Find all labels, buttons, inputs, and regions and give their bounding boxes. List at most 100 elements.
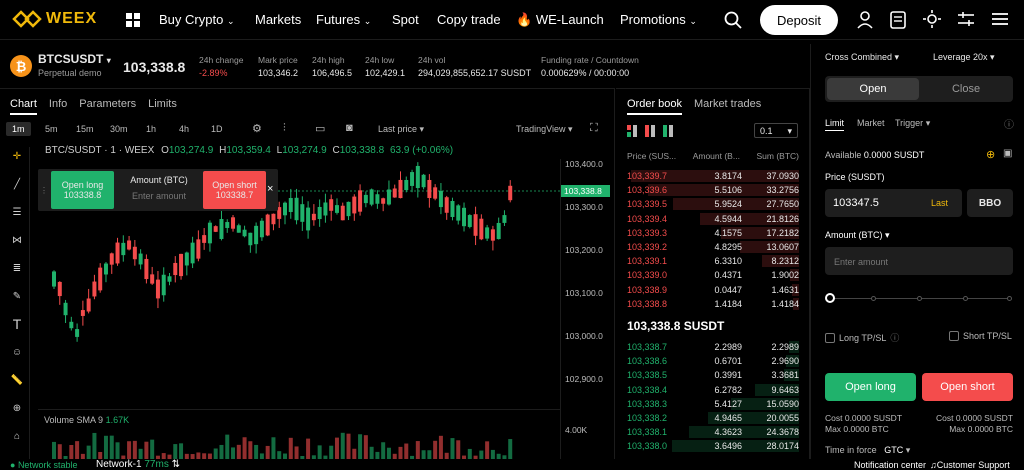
horizontal-lines-icon[interactable]: ☰ (8, 203, 26, 221)
zoom-in-icon[interactable]: ⊕ (8, 399, 26, 417)
chart-settings-icon[interactable]: ⚙ (252, 122, 262, 135)
bid-row[interactable]: 103,338.4 6.2782 9.6463 (627, 383, 799, 397)
book-bids-icon[interactable] (663, 125, 673, 137)
leverage-select[interactable]: Leverage 20x ▾ (933, 52, 995, 63)
bbo-button[interactable]: BBO (967, 189, 1013, 217)
open-long-button[interactable]: Open long (825, 373, 916, 401)
ask-row[interactable]: 103,339.2 4.8295 13.0607 (627, 240, 799, 254)
time-in-force[interactable]: Time in force GTC ▾ (825, 445, 910, 456)
order-type-limit[interactable]: Limit (825, 118, 845, 131)
screenshot-icon[interactable]: ◙ (346, 122, 353, 134)
interval-4h[interactable]: 4h (179, 124, 189, 134)
ask-row[interactable]: 103,339.0 0.4371 1.9002 (627, 268, 799, 282)
chart-template-icon[interactable]: ▭ (315, 122, 325, 135)
quick-open-short-button[interactable]: Open short 103338.7 (203, 171, 266, 209)
order-type-trigger[interactable]: Trigger ▾ (895, 118, 930, 129)
notification-center[interactable]: Notification center (854, 460, 926, 470)
interval-5m[interactable]: 5m (45, 124, 58, 134)
nav-promotions[interactable]: Promotions ⌄ (620, 12, 697, 27)
nav-buy-crypto[interactable]: Buy Crypto ⌄ (159, 12, 234, 27)
deposit-button[interactable]: Deposit (760, 5, 838, 35)
interval-1d[interactable]: 1D (211, 124, 223, 134)
weex-logo[interactable]: WEEX (12, 9, 97, 29)
bid-row[interactable]: 103,338.2 4.9465 20.0055 (627, 411, 799, 425)
menu-icon[interactable] (992, 12, 1008, 29)
indicators-icon[interactable]: ⫶ (283, 122, 286, 135)
ask-row[interactable]: 103,338.8 1.4184 1.4184 (627, 297, 799, 311)
long-tpsl-checkbox[interactable]: Long TP/SL ⓘ (825, 331, 899, 344)
tab-limits[interactable]: Limits (148, 98, 177, 115)
customer-support[interactable]: ♫Customer Support (930, 460, 1010, 470)
drag-handle-icon[interactable]: ⋮ (38, 169, 50, 211)
bid-row[interactable]: 103,338.3 5.4127 15.0590 (627, 397, 799, 411)
tab-info[interactable]: Info (49, 98, 67, 115)
order-type-market[interactable]: Market (857, 118, 885, 128)
amount-input[interactable]: Enter amount (825, 247, 1013, 275)
open-tab[interactable]: Open (827, 78, 919, 100)
margin-mode-select[interactable]: Cross Combined ▾ (825, 52, 899, 63)
network-select[interactable]: Network-1 77ms ⇅ (96, 459, 180, 470)
ask-row[interactable]: 103,339.6 5.5106 33.2756 (627, 183, 799, 197)
quick-open-long-button[interactable]: Open long 103338.8 (51, 171, 114, 209)
fullscreen-icon[interactable]: ⛶ (590, 122, 598, 135)
bid-row[interactable]: 103,338.7 2.2989 2.2989 (627, 340, 799, 354)
amount-label[interactable]: Amount (BTC) ▾ (825, 230, 890, 241)
orders-icon[interactable] (890, 11, 906, 32)
info-icon[interactable]: ⓘ (1004, 116, 1014, 131)
transfer-icon[interactable]: ⊕ (986, 148, 995, 161)
close-tab[interactable]: Close (921, 78, 1011, 100)
nav-spot[interactable]: Spot (392, 12, 419, 27)
ask-row[interactable]: 103,339.5 5.9524 27.7650 (627, 197, 799, 211)
price-type-select[interactable]: Last price ▾ (378, 124, 424, 135)
nav-copy-trade[interactable]: Copy trade (437, 12, 501, 27)
nav-futures[interactable]: Futures ⌄ (316, 12, 371, 27)
quick-amount-input[interactable]: Enter amount (116, 191, 202, 201)
last-price-button[interactable]: Last (931, 198, 948, 208)
tab-order-book[interactable]: Order book (627, 98, 683, 115)
tab-parameters[interactable]: Parameters (79, 98, 136, 115)
bid-row[interactable]: 103,338.0 3.6496 28.0174 (627, 439, 799, 453)
apps-grid-icon[interactable] (126, 13, 140, 30)
amount-slider[interactable] (825, 293, 1013, 305)
bid-row[interactable]: 103,338.6 0.6701 2.9690 (627, 354, 799, 368)
crosshair-icon[interactable]: ✛ (8, 147, 26, 165)
ruler-icon[interactable]: 📏 (8, 371, 26, 389)
book-asks-icon[interactable] (645, 125, 655, 137)
settings-sliders-icon[interactable] (958, 11, 974, 30)
slider-handle[interactable] (825, 293, 835, 303)
interval-15m[interactable]: 15m (76, 124, 94, 134)
calculator-icon[interactable]: ▣ (1003, 148, 1012, 159)
interval-1m[interactable]: 1m (6, 122, 31, 136)
bid-row[interactable]: 103,338.1 4.3623 24.3678 (627, 425, 799, 439)
price-input[interactable]: 103347.5 Last (825, 189, 962, 217)
book-both-icon[interactable] (627, 125, 637, 137)
text-tool-icon[interactable]: T (8, 315, 26, 333)
interval-30m[interactable]: 30m (110, 124, 128, 134)
nav-markets[interactable]: Markets (255, 12, 301, 27)
trend-line-icon[interactable]: ╱ (8, 175, 26, 193)
tab-chart[interactable]: Chart (10, 98, 37, 115)
tab-market-trades[interactable]: Market trades (694, 98, 761, 110)
symbol-selector[interactable]: BTCSUSDT ▾ (38, 52, 111, 66)
ask-row[interactable]: 103,339.3 4.1575 17.2182 (627, 226, 799, 240)
pattern-icon[interactable]: ⋈ (8, 231, 26, 249)
nav-we-launch[interactable]: 🔥 WE-Launch (516, 12, 604, 28)
open-short-button[interactable]: Open short (922, 373, 1013, 401)
view-select[interactable]: TradingView ▾ (516, 124, 573, 135)
search-icon[interactable] (724, 11, 742, 32)
ask-row[interactable]: 103,339.7 3.8174 37.0930 (627, 169, 799, 183)
theme-sun-icon[interactable] (923, 10, 941, 31)
ask-row[interactable]: 103,339.4 4.5944 21.8126 (627, 212, 799, 226)
magnet-icon[interactable]: ⌂ (8, 427, 26, 445)
ask-row[interactable]: 103,338.9 0.0447 1.4631 (627, 283, 799, 297)
user-icon[interactable] (857, 11, 873, 32)
interval-1h[interactable]: 1h (146, 124, 156, 134)
short-tpsl-checkbox[interactable]: Short TP/SL (949, 331, 1012, 341)
brush-icon[interactable]: ✎ (8, 287, 26, 305)
bid-row[interactable]: 103,338.5 0.3991 3.3681 (627, 368, 799, 382)
close-icon[interactable]: × (267, 183, 273, 195)
precision-select[interactable]: 0.1 ▾ (754, 123, 798, 138)
emoji-icon[interactable]: ☺ (8, 343, 26, 361)
fib-icon[interactable]: ≣ (8, 259, 26, 277)
ask-row[interactable]: 103,339.1 6.3310 8.2312 (627, 254, 799, 268)
